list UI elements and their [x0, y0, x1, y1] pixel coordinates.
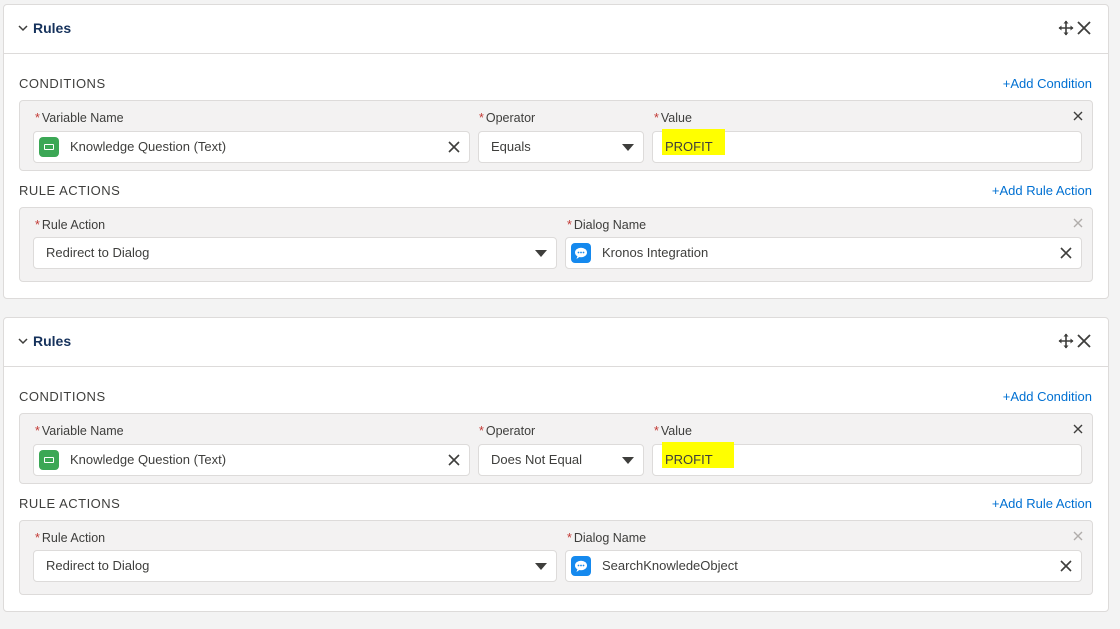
value-value: PROFIT [665, 452, 713, 467]
variable-name-field[interactable]: Knowledge Question (Text) [33, 131, 470, 163]
add-condition-link[interactable]: +Add Condition [1003, 76, 1092, 91]
move-icon[interactable] [1058, 20, 1074, 36]
variable-name-value: Knowledge Question (Text) [70, 139, 227, 154]
chevron-down-icon[interactable] [17, 22, 29, 34]
clear-icon[interactable] [448, 141, 460, 153]
remove-action-icon[interactable] [1073, 531, 1083, 541]
rule-card-header: Rules [4, 318, 1108, 367]
value-input[interactable]: PROFIT [652, 129, 1082, 163]
variable-icon [39, 137, 59, 157]
chat-icon [571, 243, 591, 263]
rule-actions-label: RULE ACTIONS [19, 496, 121, 511]
operator-select[interactable]: Equals [478, 131, 644, 163]
add-condition-link[interactable]: +Add Condition [1003, 389, 1092, 404]
clear-icon[interactable] [1060, 560, 1072, 572]
dialog-name-field[interactable]: SearchKnowledeObject [565, 550, 1082, 582]
rule-action-value: Redirect to Dialog [46, 245, 150, 260]
condition-box: * Variable Name * Operator * Value Knowledg… [19, 100, 1093, 171]
conditions-label: CONDITIONS [19, 76, 106, 91]
value-value: PROFIT [665, 139, 713, 154]
dialog-name-value: SearchKnowledeObject [602, 558, 738, 573]
remove-condition-icon[interactable] [1073, 424, 1083, 434]
variable-icon [39, 450, 59, 470]
variable-name-field[interactable]: Knowledge Question (Text) [33, 444, 470, 476]
condition-box: * Variable Name * Operator * Value Knowledg… [19, 413, 1093, 484]
rule-action-box: * Rule Action * Dialog Name Redirect to Di… [19, 207, 1093, 282]
card-title: Rules [33, 333, 72, 349]
caret-down-icon [535, 250, 547, 257]
variable-name-label: * Variable Name [35, 424, 124, 438]
remove-action-icon[interactable] [1073, 218, 1083, 228]
caret-down-icon [622, 144, 634, 151]
close-icon[interactable] [1076, 20, 1092, 36]
dialog-name-label: * Dialog Name [567, 531, 647, 545]
operator-label: * Operator [479, 424, 536, 438]
chat-icon [571, 556, 591, 576]
rule-actions-label: RULE ACTIONS [19, 183, 121, 198]
variable-name-label: * Variable Name [35, 111, 124, 125]
close-icon[interactable] [1076, 333, 1092, 349]
add-rule-action-link[interactable]: +Add Rule Action [992, 183, 1092, 198]
value-input[interactable]: PROFIT [652, 442, 1082, 476]
value-label: * Value [654, 424, 692, 438]
dialog-name-label: * Dialog Name [567, 218, 647, 232]
clear-icon[interactable] [448, 454, 460, 466]
clear-icon[interactable] [1060, 247, 1072, 259]
dialog-name-value: Kronos Integration [602, 245, 709, 260]
rule-card: Rules CONDITIONS +Add Condition * Variabl… [3, 4, 1109, 299]
add-rule-action-link[interactable]: +Add Rule Action [992, 496, 1092, 511]
rule-action-label: * Rule Action [35, 531, 106, 545]
operator-value: Does Not Equal [491, 452, 583, 467]
rule-action-select[interactable]: Redirect to Dialog [33, 237, 557, 269]
caret-down-icon [535, 563, 547, 570]
dialog-name-field[interactable]: Kronos Integration [565, 237, 1082, 269]
card-title: Rules [33, 20, 72, 36]
operator-value: Equals [491, 139, 531, 154]
operator-select[interactable]: Does Not Equal [478, 444, 644, 476]
operator-label: * Operator [479, 111, 536, 125]
value-label: * Value [654, 111, 692, 125]
variable-name-value: Knowledge Question (Text) [70, 452, 227, 467]
caret-down-icon [622, 457, 634, 464]
move-icon[interactable] [1058, 333, 1074, 349]
rule-card-header: Rules [4, 5, 1108, 54]
rule-action-value: Redirect to Dialog [46, 558, 150, 573]
rule-action-box: * Rule Action * Dialog Name Redirect to Di… [19, 520, 1093, 595]
rule-card: Rules CONDITIONS +Add Condition * Variabl… [3, 317, 1109, 612]
conditions-label: CONDITIONS [19, 389, 106, 404]
chevron-down-icon[interactable] [17, 335, 29, 347]
rule-action-label: * Rule Action [35, 218, 106, 232]
remove-condition-icon[interactable] [1073, 111, 1083, 121]
rule-action-select[interactable]: Redirect to Dialog [33, 550, 557, 582]
